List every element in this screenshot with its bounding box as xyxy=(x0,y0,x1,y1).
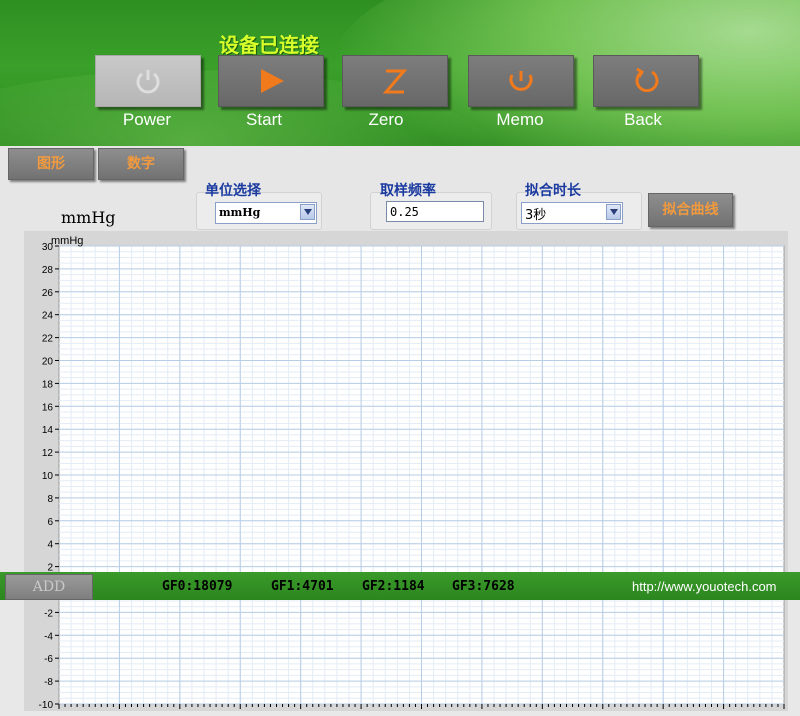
y-tick-label: -2 xyxy=(44,608,53,619)
pressure-chart: 302826242220181614121086420-2-4-6-8-10mm… xyxy=(24,231,788,711)
y-tick-label: 28 xyxy=(42,265,54,276)
play-icon xyxy=(261,69,284,93)
y-tick-label: 22 xyxy=(42,334,54,345)
memo-label: Memo xyxy=(496,110,544,129)
y-tick-label: 4 xyxy=(47,540,53,551)
unit-select[interactable]: mmHg xyxy=(215,202,317,224)
power-icon xyxy=(136,70,160,94)
y-tick-label: 20 xyxy=(42,357,54,368)
sample-rate-input[interactable]: 0.25 xyxy=(386,201,484,222)
y-tick-label: 16 xyxy=(42,402,54,413)
gf1-value: GF1:4701 xyxy=(271,579,334,594)
y-tick-label: -10 xyxy=(39,700,54,711)
start-label: Start xyxy=(246,110,282,129)
unit-label: 单位选择 xyxy=(205,183,261,199)
gf3-value: GF3:7628 xyxy=(452,579,515,594)
y-tick-label: -4 xyxy=(44,631,53,642)
y-tick-label: 26 xyxy=(42,288,54,299)
connection-status: 设备已连接 xyxy=(219,33,319,57)
power-label: Power xyxy=(122,110,172,129)
start-button[interactable] xyxy=(218,55,324,107)
fit-duration-value: 3秒 xyxy=(525,208,547,223)
fit-duration-select[interactable]: 3秒 xyxy=(521,202,623,224)
chevron-down-icon xyxy=(300,204,315,220)
zero-button[interactable] xyxy=(342,55,448,107)
website-url[interactable]: http://www.youotech.com xyxy=(632,579,777,594)
back-button[interactable] xyxy=(593,55,699,107)
tab-numeric[interactable]: 数字 xyxy=(98,148,184,180)
memo-icon xyxy=(509,71,533,91)
y-tick-label: 12 xyxy=(42,448,54,459)
z-icon xyxy=(382,69,408,94)
status-bar: ADD GF0:18079 GF1:4701 GF2:1184 GF3:7628… xyxy=(0,572,800,600)
chart-svg: 302826242220181614121086420-2-4-6-8-10mm… xyxy=(39,235,785,711)
back-label: Back xyxy=(624,110,662,129)
tab-graph[interactable]: 图形 xyxy=(8,148,94,180)
y-axis-label: mmHg xyxy=(51,235,83,247)
y-tick-label: 10 xyxy=(42,471,54,482)
y-tick-label: 6 xyxy=(47,517,53,528)
sample-rate-label: 取样频率 xyxy=(380,183,436,199)
y-tick-label: 18 xyxy=(42,379,54,390)
y-tick-label: 8 xyxy=(47,494,53,505)
y-tick-label: -6 xyxy=(44,654,53,665)
y-tick-label: -8 xyxy=(44,677,53,688)
unit-select-value: mmHg xyxy=(219,206,261,219)
gf2-value: GF2:1184 xyxy=(362,579,425,594)
main-panel: 图形 数字 单位选择 mmHg 取样频率 0.25 拟合时长 3秒 拟合曲线 m… xyxy=(0,146,800,711)
toolbar-banner: 设备已连接 Power Start Zero Memo Back xyxy=(0,0,800,146)
fit-curve-button[interactable]: 拟合曲线 xyxy=(648,193,733,227)
fit-duration-label: 拟合时长 xyxy=(525,183,581,199)
refresh-icon xyxy=(635,67,659,93)
zero-label: Zero xyxy=(368,110,404,129)
y-tick-label: 24 xyxy=(42,311,54,322)
y-tick-label: 14 xyxy=(42,425,54,436)
power-button[interactable] xyxy=(95,55,201,107)
gf0-value: GF0:18079 xyxy=(162,579,233,594)
memo-button[interactable] xyxy=(468,55,574,107)
unit-display: mmHg xyxy=(61,208,116,227)
chevron-down-icon xyxy=(606,204,621,220)
add-button[interactable]: ADD xyxy=(5,574,93,600)
